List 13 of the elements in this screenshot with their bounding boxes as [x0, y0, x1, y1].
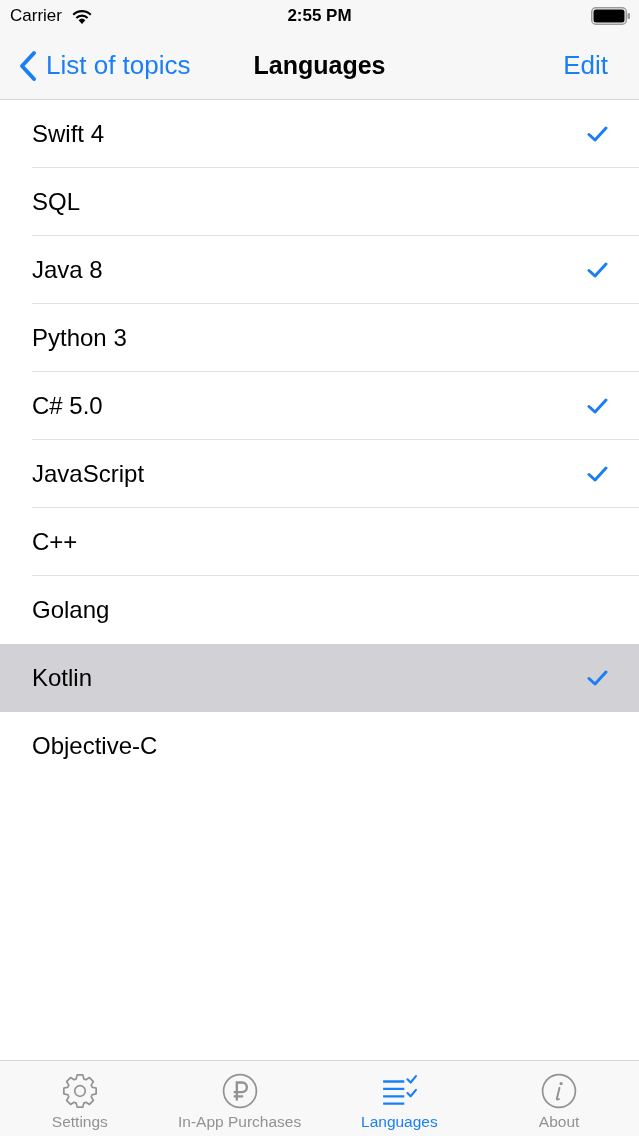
screen-title: Languages: [253, 51, 386, 80]
time-label: 2:55 PM: [287, 6, 352, 26]
wifi-icon: [71, 8, 92, 24]
back-button[interactable]: List of topics: [18, 49, 191, 82]
carrier-label: Carrier: [10, 6, 62, 26]
edit-button[interactable]: Edit: [563, 50, 608, 81]
tab[interactable]: Languages: [319, 1061, 480, 1136]
ruble-icon: [221, 1073, 258, 1109]
list-row[interactable]: Kotlin: [0, 644, 639, 712]
info-icon: [541, 1073, 578, 1109]
chevron-left-icon: [18, 49, 38, 82]
battery-icon: [591, 7, 630, 25]
gear-icon: [61, 1073, 98, 1109]
